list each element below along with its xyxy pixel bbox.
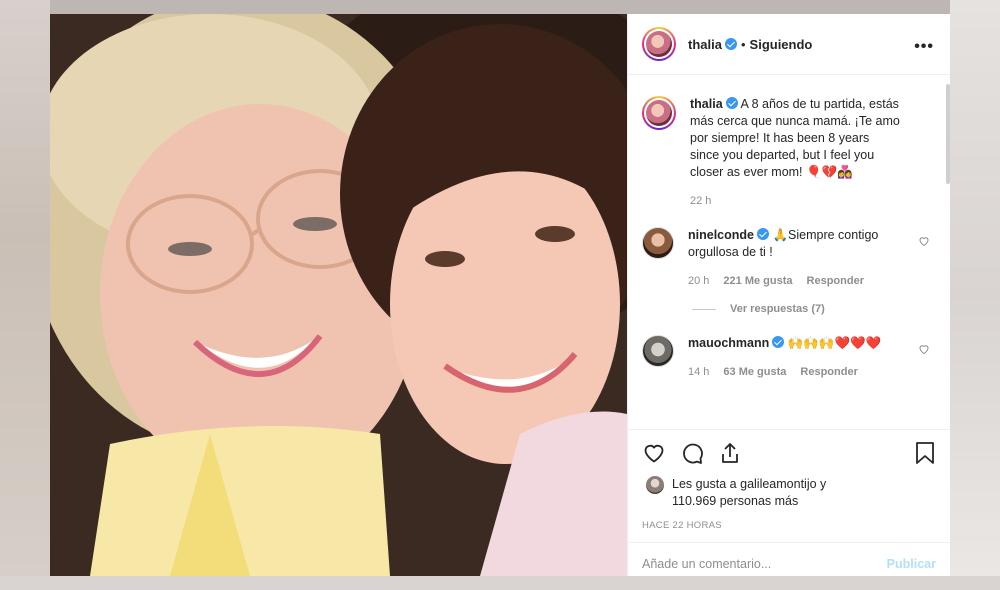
likes-suffix: y [820, 477, 827, 491]
likes-prefix: Les gusta a [672, 477, 737, 491]
verified-badge-icon [756, 228, 769, 240]
heart-icon[interactable] [642, 441, 666, 465]
post-header: thalia • Siguiendo ••• [628, 14, 950, 75]
liker-username[interactable]: galileamontijo [740, 477, 816, 491]
comment-likes[interactable]: 221 Me gusta [723, 275, 792, 287]
comment-item: ninelconde 🙏Siempre contigo orgullosa de… [642, 227, 936, 287]
comment-time: 14 h [688, 366, 710, 378]
view-replies-label: Ver respuestas (7) [730, 303, 825, 315]
verified-badge-icon [772, 336, 785, 348]
add-comment-bar: Publicar [628, 542, 950, 584]
post-timestamp: HACE 22 HORAS [642, 520, 722, 531]
likes-count[interactable]: 110.969 personas más [672, 494, 798, 508]
separator-dot: • [740, 36, 746, 52]
commenter-username[interactable]: mauochmann [688, 336, 769, 350]
bookmark-icon[interactable] [914, 441, 936, 465]
verified-badge-icon [724, 38, 737, 50]
commenter-avatar[interactable] [642, 227, 674, 259]
action-bar [642, 430, 936, 476]
likes-summary: Les gusta a galileamontijo y 110.969 per… [642, 476, 936, 510]
photo-illustration [50, 14, 627, 576]
comment-item: mauochmann 🙌🙌🙌❤️❤️❤️ 14 h 63 Me gusta Re… [642, 335, 936, 378]
post-side-panel: thalia • Siguiendo ••• thalia A 8 años d… [627, 14, 950, 576]
post-photo[interactable] [50, 14, 627, 576]
comment-like-icon[interactable] [918, 343, 930, 355]
reply-button[interactable]: Responder [800, 366, 857, 378]
caption-username[interactable]: thalia [690, 97, 723, 111]
comments-scrollbar[interactable] [946, 84, 950, 184]
comment-text: 🙌🙌🙌❤️❤️❤️ [787, 336, 882, 350]
comment-likes[interactable]: 63 Me gusta [723, 366, 786, 378]
share-icon[interactable] [718, 441, 742, 465]
author-avatar[interactable] [642, 27, 676, 61]
comments-section[interactable]: thalia A 8 años de tu partida, estás más… [628, 76, 950, 429]
verified-badge-icon [725, 97, 738, 109]
follow-status-button[interactable]: Siguiendo [750, 37, 813, 52]
liker-avatar[interactable] [646, 476, 664, 494]
caption: thalia A 8 años de tu partida, estás más… [642, 96, 936, 207]
commenter-avatar[interactable] [642, 335, 674, 367]
more-options-icon[interactable]: ••• [914, 38, 934, 56]
comment-like-icon[interactable] [918, 235, 930, 247]
author-username[interactable]: thalia [688, 37, 722, 52]
commenter-username[interactable]: ninelconde [688, 228, 754, 242]
caption-time: 22 h [690, 195, 712, 207]
caption-avatar[interactable] [642, 96, 676, 130]
background-left [0, 0, 50, 590]
background-top [0, 0, 1000, 14]
view-replies-button[interactable]: Ver respuestas (7) [692, 303, 936, 315]
post-actions-section: Les gusta a galileamontijo y 110.969 per… [628, 429, 950, 547]
publish-button[interactable]: Publicar [887, 557, 936, 571]
comment-icon[interactable] [680, 441, 704, 465]
background-right [950, 0, 1000, 590]
comment-input[interactable] [642, 556, 887, 571]
comment-time: 20 h [688, 275, 710, 287]
reply-button[interactable]: Responder [807, 275, 864, 287]
